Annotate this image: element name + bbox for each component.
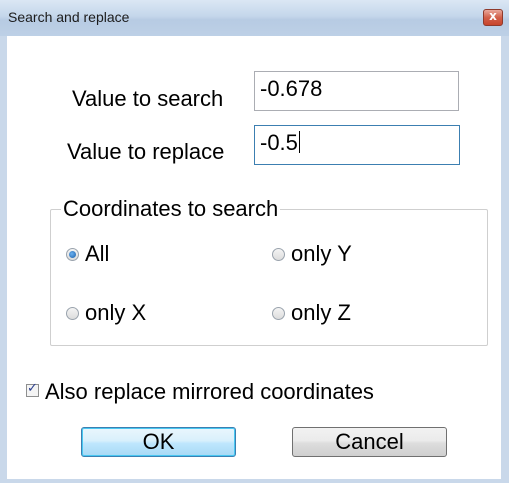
title-bar[interactable]: Search and replace x: [0, 0, 509, 36]
search-value-text: -0.678: [260, 76, 323, 101]
radio-only-y[interactable]: [272, 248, 285, 261]
radio-only-z[interactable]: [272, 307, 285, 320]
close-button[interactable]: x: [483, 9, 503, 26]
text-caret: [298, 131, 300, 153]
checkmark-icon: ✓: [27, 381, 38, 396]
replace-value-label: Value to replace: [67, 139, 225, 164]
window-title: Search and replace: [8, 9, 130, 25]
ok-button[interactable]: OK: [81, 427, 236, 457]
replace-value-text: -0.5: [260, 130, 298, 155]
replace-value-input[interactable]: -0.5: [254, 125, 460, 165]
radio-only-z-label[interactable]: only Z: [291, 300, 351, 326]
radio-only-y-label[interactable]: only Y: [291, 241, 352, 267]
mirrored-checkbox-label[interactable]: Also replace mirrored coordinates: [45, 379, 374, 405]
radio-all[interactable]: [66, 248, 79, 261]
cancel-button[interactable]: Cancel: [292, 427, 447, 457]
mirrored-checkbox[interactable]: ✓: [26, 381, 39, 397]
search-and-replace-dialog: Search and replace x Value to search -0.…: [0, 0, 509, 483]
coordinates-groupbox-title: Coordinates to search: [61, 196, 281, 222]
window-frame-left: [0, 36, 7, 479]
radio-only-x-label[interactable]: only X: [85, 300, 146, 326]
radio-only-x[interactable]: [66, 307, 79, 320]
window-frame-right: [501, 36, 509, 479]
search-value-label: Value to search: [72, 86, 224, 111]
close-icon: x: [489, 9, 497, 23]
window-frame-bottom: [0, 479, 509, 483]
radio-all-label[interactable]: All: [85, 241, 109, 267]
search-value-input[interactable]: -0.678: [254, 71, 459, 111]
